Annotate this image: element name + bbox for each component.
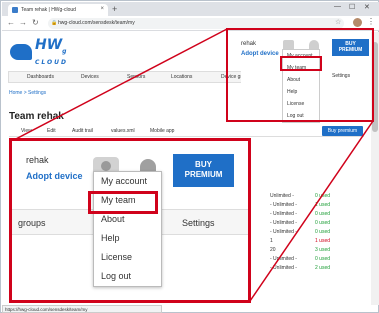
- nav-locations[interactable]: Locations: [171, 74, 192, 80]
- user-menu: My account My team About Help License Lo…: [93, 171, 162, 287]
- favicon-icon: [12, 7, 18, 13]
- status-bar-url: https://hwg-cloud.com/sensdesk/team/my: [2, 305, 162, 313]
- buy-premium-header-button[interactable]: BUY PREMIUM: [173, 154, 234, 187]
- browser-tab[interactable]: Team rehak | HWg-cloud ×: [8, 4, 108, 16]
- tab-audit-trail[interactable]: Audit trail: [72, 128, 93, 134]
- forward-icon[interactable]: →: [19, 18, 27, 27]
- adopt-device-link[interactable]: Adopt device: [26, 171, 83, 181]
- tab-mobile-app[interactable]: Mobile app: [150, 128, 174, 134]
- maximize-button[interactable]: ☐: [349, 3, 355, 11]
- menu-license[interactable]: License: [94, 248, 161, 267]
- tab-view[interactable]: View: [21, 128, 32, 134]
- highlight-outer-small: [226, 28, 374, 122]
- nav-devices[interactable]: Devices: [81, 74, 99, 80]
- highlight-my-team: [88, 191, 158, 214]
- new-tab-button[interactable]: +: [112, 4, 117, 14]
- tab-strip: Team rehak | HWg-cloud × + — ☐ ✕: [2, 2, 379, 16]
- minimize-button[interactable]: —: [334, 3, 341, 10]
- zoom-callout: rehak Adopt device BUYPREMIUM groups M S…: [9, 138, 251, 303]
- nav-dashboards[interactable]: Dashboards: [27, 74, 54, 80]
- tab-device-groups[interactable]: groups: [18, 218, 46, 228]
- breadcrumb[interactable]: Home > Settings: [9, 90, 46, 96]
- profile-avatar[interactable]: [353, 18, 362, 27]
- lock-icon: 🔒: [51, 20, 58, 26]
- nav-sensors[interactable]: Sensors: [127, 74, 145, 80]
- buy-premium-button[interactable]: Buy premium: [322, 126, 363, 136]
- back-icon[interactable]: ←: [7, 18, 15, 27]
- close-tab-icon[interactable]: ×: [100, 6, 104, 12]
- menu-logout[interactable]: Log out: [94, 267, 161, 286]
- close-window-button[interactable]: ✕: [364, 3, 370, 11]
- tab-edit[interactable]: Edit: [47, 128, 56, 134]
- browser-window: Team rehak | HWg-cloud × + — ☐ ✕ ← → ↻ 🔒…: [0, 0, 379, 313]
- url-text: hwg-cloud.com/sensdesk/team/my: [58, 20, 135, 26]
- page-title: Team rehak: [9, 111, 64, 122]
- tab-title: Team rehak | HWg-cloud: [21, 7, 76, 13]
- bookmark-star-icon[interactable]: ☆: [335, 18, 341, 26]
- cloud-logo-icon: [10, 43, 32, 60]
- tab-values-xml[interactable]: values.xml: [111, 128, 135, 134]
- logo-brand: HWg: [35, 37, 67, 55]
- tab-settings[interactable]: Settings: [182, 218, 215, 228]
- sub-tabs: View Edit Audit trail values.xml Mobile …: [9, 127, 364, 137]
- username: rehak: [26, 155, 49, 165]
- menu-help[interactable]: Help: [94, 229, 161, 248]
- browser-menu-icon[interactable]: ⋮: [367, 17, 375, 26]
- reload-icon[interactable]: ↻: [32, 18, 39, 27]
- menu-my-account[interactable]: My account: [94, 172, 161, 191]
- logo-cloud: CLOUD: [35, 58, 68, 66]
- hwg-cloud-logo[interactable]: HWg CLOUD: [10, 38, 68, 66]
- highlight-my-team-small: [280, 56, 322, 71]
